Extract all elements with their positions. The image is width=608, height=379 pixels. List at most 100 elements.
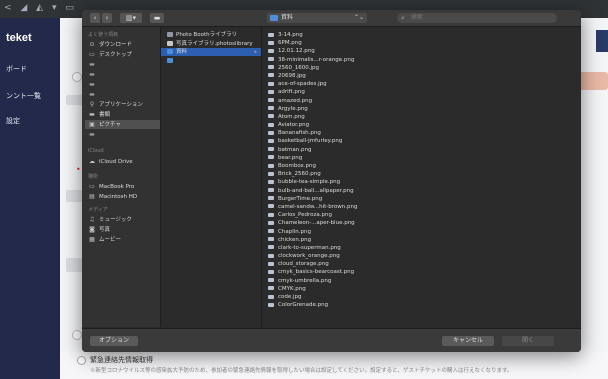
file-row[interactable]: Chameleon-...aper-blue.png	[262, 219, 581, 227]
sidebar-item[interactable]: ⊙ ダウンロード	[88, 40, 132, 49]
image-file-icon	[268, 130, 274, 135]
file-row[interactable]: code.jpg	[262, 293, 581, 301]
file-row[interactable]: CMYK.png	[262, 285, 581, 293]
file-name: Carlos_Pedroza.png	[278, 212, 332, 219]
folder-row-label: 写真ライブラリ.photoslibrary	[176, 40, 253, 47]
sidebar-item[interactable]: ⚲ アプリケーション	[88, 100, 143, 109]
nav-item-settings[interactable]: 設定	[6, 116, 20, 126]
view-mode-button[interactable]: ▥▾	[120, 13, 142, 23]
path-popup[interactable]: 資料 ⌃⌄	[267, 13, 367, 23]
sidebar-item[interactable]: ☁ iCloud Drive	[88, 157, 133, 166]
emergency-contact-checkbox[interactable]	[77, 356, 86, 365]
file-row[interactable]: bear.png	[262, 154, 581, 162]
image-file-icon	[268, 106, 274, 111]
folder-row[interactable]	[161, 57, 261, 65]
sidebar-item[interactable]: ♫ ミュージック	[88, 215, 132, 224]
sidebar-item-label: ピクチャ	[99, 122, 121, 128]
file-row[interactable]: 2560_1600.jpg	[262, 64, 581, 72]
sidebar-item[interactable]: ▭ デスクトップ	[88, 50, 132, 59]
search-input[interactable]	[411, 13, 551, 23]
image-file-icon	[268, 81, 274, 86]
file-row[interactable]: 20698.jpg	[262, 72, 581, 80]
back-button[interactable]: ‹	[90, 13, 100, 23]
folder-icon: ▬	[89, 61, 95, 68]
file-row[interactable]: bulb-and-ball...allpaper.png	[262, 187, 581, 195]
header-action-button[interactable]	[596, 30, 608, 52]
sidebar-item[interactable]: ▬	[88, 90, 99, 99]
file-row[interactable]: chicken.png	[262, 236, 581, 244]
image-file-icon	[268, 179, 274, 184]
file-row[interactable]: ace-of-spades.jpg	[262, 80, 581, 88]
image-file-icon	[268, 138, 274, 143]
nav-item-event-list[interactable]: ンント一覧	[6, 91, 41, 101]
disk-icon: ▤	[89, 193, 95, 200]
sidebar-item[interactable]: ▣ ピクチャ	[85, 120, 160, 129]
folder-icon	[167, 49, 173, 54]
radio-button[interactable]	[72, 330, 82, 340]
sidebar-item[interactable]: ▦ ムービー	[88, 235, 121, 244]
file-row[interactable]: amazed.png	[262, 97, 581, 105]
file-row[interactable]: cmyk_basics-bearcoast.png	[262, 268, 581, 276]
file-name: Atom.png	[278, 113, 305, 120]
search-field[interactable]: ⌕	[397, 13, 557, 23]
radio-button[interactable]	[72, 72, 82, 82]
file-row[interactable]: Atom.png	[262, 113, 581, 121]
file-row[interactable]: Brick_2560.png	[262, 170, 581, 178]
file-row[interactable]: cmyk-umbrella.png	[262, 277, 581, 285]
file-row[interactable]: clockwork_orange.png	[262, 252, 581, 260]
file-name: bubble-tea-simple.png	[278, 179, 341, 186]
file-row[interactable]: clark-to-superman.png	[262, 244, 581, 252]
folder-icon[interactable]: ▬	[150, 13, 164, 23]
file-row[interactable]: camel-sandw...hit-brown.png	[262, 203, 581, 211]
options-button[interactable]: オプション	[90, 336, 138, 346]
file-row[interactable]: 3-14.png	[262, 31, 581, 39]
file-row[interactable]: 6PM.png	[262, 39, 581, 47]
sidebar-item-label: Macintosh HD	[99, 194, 138, 200]
file-row[interactable]: bubble-tea-simple.png	[262, 178, 581, 186]
image-file-icon	[268, 237, 274, 242]
sidebar-item[interactable]: ▬	[88, 80, 99, 89]
sidebar-item[interactable]: ▤ Macintosh HD	[88, 192, 137, 201]
sidebar-section-header: メディア	[88, 207, 108, 213]
sidebar-item[interactable]: ▬	[88, 70, 99, 79]
sidebar-item[interactable]: ▭ MacBook Pro	[88, 182, 134, 191]
sidebar-item[interactable]: ▬ 書類	[88, 110, 110, 119]
folder-row[interactable]: 写真ライブラリ.photoslibrary	[161, 40, 261, 48]
brand-logo: teket	[6, 32, 32, 44]
file-row[interactable]: 12.01.12.png	[262, 47, 581, 55]
file-row[interactable]: Bananafish.png	[262, 129, 581, 137]
file-name: 12.01.12.png	[278, 48, 315, 55]
file-name: Brick_2560.png	[278, 171, 321, 178]
image-file-icon	[268, 212, 274, 217]
file-row[interactable]: ColorGrenade.png	[262, 301, 581, 309]
file-row[interactable]: cloud_storage.png	[262, 260, 581, 268]
file-row[interactable]: Argyle.png	[262, 105, 581, 113]
file-row[interactable]: Boombox.png	[262, 162, 581, 170]
file-row[interactable]: Aviator.png	[262, 121, 581, 129]
file-name: 38-minimalis...r-orange.png	[278, 56, 355, 63]
file-name: chicken.png	[278, 236, 312, 243]
file-row[interactable]: basketball-jmfurley.png	[262, 137, 581, 145]
file-row[interactable]: batman.png	[262, 146, 581, 154]
forward-button[interactable]: ›	[102, 13, 112, 23]
cancel-button[interactable]: キャンセル	[442, 336, 494, 346]
file-row[interactable]: adrift.png	[262, 88, 581, 96]
file-row[interactable]: Chaplin.png	[262, 228, 581, 236]
folder-row[interactable]: 資料 ▸	[161, 48, 261, 56]
nav-item-board[interactable]: ボード	[6, 64, 27, 74]
folder-row[interactable]: Photo Boothライブラリ	[161, 31, 261, 39]
path-label: 資料	[281, 14, 294, 21]
image-file-icon	[268, 114, 274, 119]
music-icon: ♫	[89, 216, 95, 223]
file-name: clockwork_orange.png	[278, 253, 340, 260]
file-name: bear.png	[278, 154, 303, 161]
sidebar-item[interactable]: ◙ 写真	[88, 225, 110, 234]
file-row[interactable]: BurgerTime.png	[262, 195, 581, 203]
file-row[interactable]: Carlos_Pedroza.png	[262, 211, 581, 219]
file-name: Chaplin.png	[278, 228, 311, 235]
sidebar-item[interactable]: ▬	[88, 60, 99, 69]
open-button[interactable]: 開く	[502, 336, 554, 346]
sidebar-item[interactable]: ▬	[88, 130, 99, 139]
file-row[interactable]: 38-minimalis...r-orange.png	[262, 56, 581, 64]
file-name: code.jpg	[278, 294, 302, 300]
